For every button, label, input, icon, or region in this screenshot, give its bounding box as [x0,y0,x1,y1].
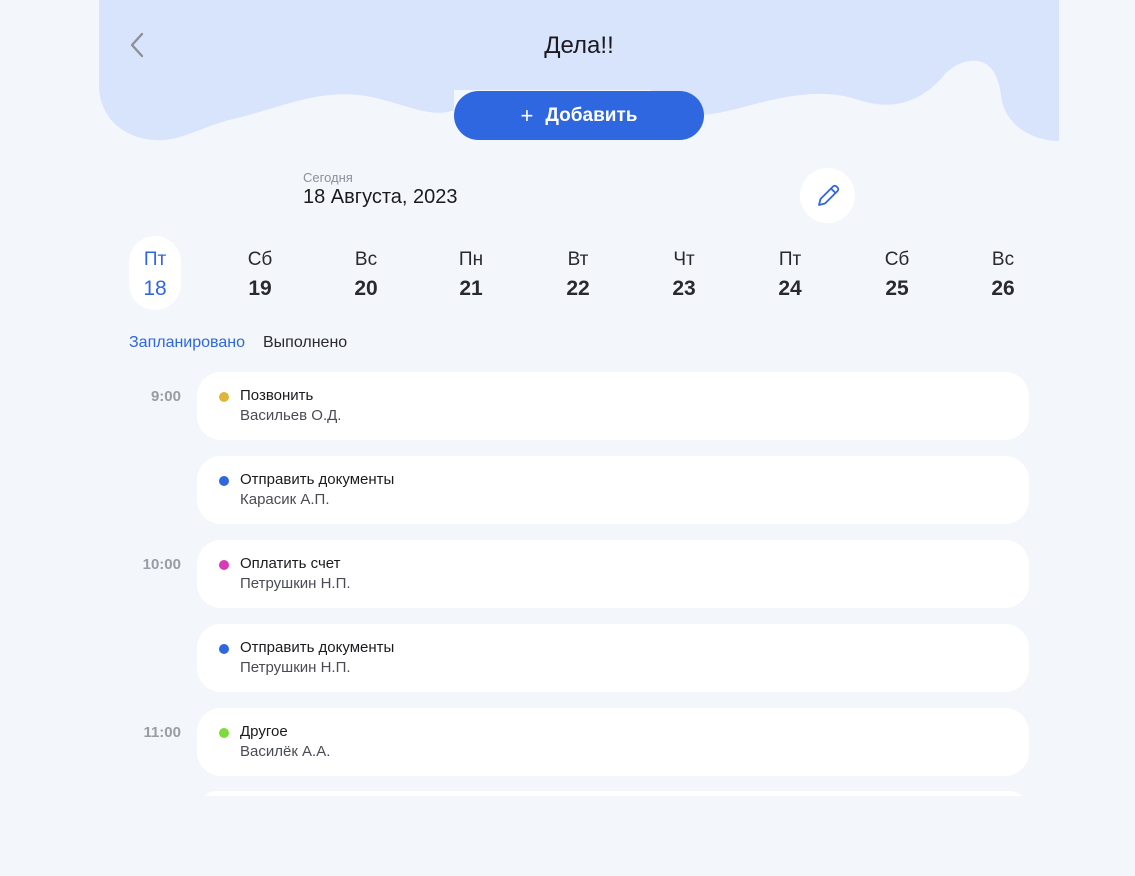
time-label: 10:00 [142,556,181,573]
day-number: 23 [672,277,696,300]
day-item[interactable]: Чт 23 [658,236,710,310]
day-item[interactable]: Пн 21 [445,236,497,310]
day-item[interactable]: Сб 19 [234,236,286,310]
day-item[interactable]: Пт 24 [764,236,816,310]
day-of-week: Вс [354,249,378,270]
day-item[interactable]: Сб 25 [871,236,923,310]
day-of-week: Пн [458,249,484,270]
task-card[interactable]: Отправить документы Петрушкин Н.П. [197,624,1029,692]
day-of-week: Вт [567,249,589,270]
today-caption: Сегодня [303,170,353,185]
task-title: Позвонить [240,387,314,404]
time-label: 9:00 [150,388,181,405]
day-number: 24 [778,277,802,300]
day-number: 22 [566,277,590,300]
time-label: 11:00 [143,724,181,741]
day-number: 20 [354,277,378,300]
task-assignee: Васильев О.Д. [240,407,342,424]
tab-done[interactable]: Выполнено [263,334,347,352]
day-item[interactable]: Вс 26 [977,236,1029,310]
day-number: 26 [991,277,1015,300]
plus-icon: + [520,102,534,128]
task-assignee: Петрушкин Н.П. [240,575,351,592]
task-card-partial [197,791,1029,796]
add-button-label: Добавить [545,104,638,126]
day-number: 19 [248,277,272,300]
day-item[interactable]: Вс 20 [340,236,392,310]
day-of-week: Чт [673,249,695,270]
day-of-week: Пт [143,249,167,270]
task-card[interactable]: Позвонить Васильев О.Д. [197,372,1029,440]
task-status-dot [219,560,229,570]
task-status-dot [219,476,229,486]
task-title: Отправить документы [240,471,395,488]
task-assignee: Василёк А.А. [240,743,331,760]
tab-planned[interactable]: Запланировано [129,334,245,352]
day-number: 21 [459,277,483,300]
task-status-dot [219,728,229,738]
task-card[interactable]: Другое Василёк А.А. [197,708,1029,776]
day-item-selected[interactable]: Пт 18 [129,236,181,310]
today-date: 18 Августа, 2023 [303,186,458,208]
day-of-week: Вс [991,249,1015,270]
task-card[interactable]: Оплатить счет Петрушкин Н.П. [197,540,1029,608]
task-status-dot [219,392,229,402]
day-of-week: Сб [884,249,910,270]
day-number: 18 [143,277,167,300]
edit-button[interactable] [800,168,855,223]
task-status-dot [219,644,229,654]
task-title: Отправить документы [240,639,395,656]
app-screen: Дела!! + Добавить Сегодня 18 Августа, 20… [99,0,1059,876]
task-title: Другое [240,723,288,740]
task-title: Оплатить счет [240,555,341,572]
add-button[interactable]: + Добавить [454,91,704,140]
day-item[interactable]: Вт 22 [552,236,604,310]
day-of-week: Пт [778,249,802,270]
task-assignee: Петрушкин Н.П. [240,659,351,676]
day-number: 25 [885,277,909,300]
day-of-week: Сб [247,249,273,270]
pencil-icon [817,184,839,206]
task-assignee: Карасик А.П. [240,491,330,508]
page-title: Дела!! [544,32,614,59]
task-card[interactable]: Отправить документы Карасик А.П. [197,456,1029,524]
